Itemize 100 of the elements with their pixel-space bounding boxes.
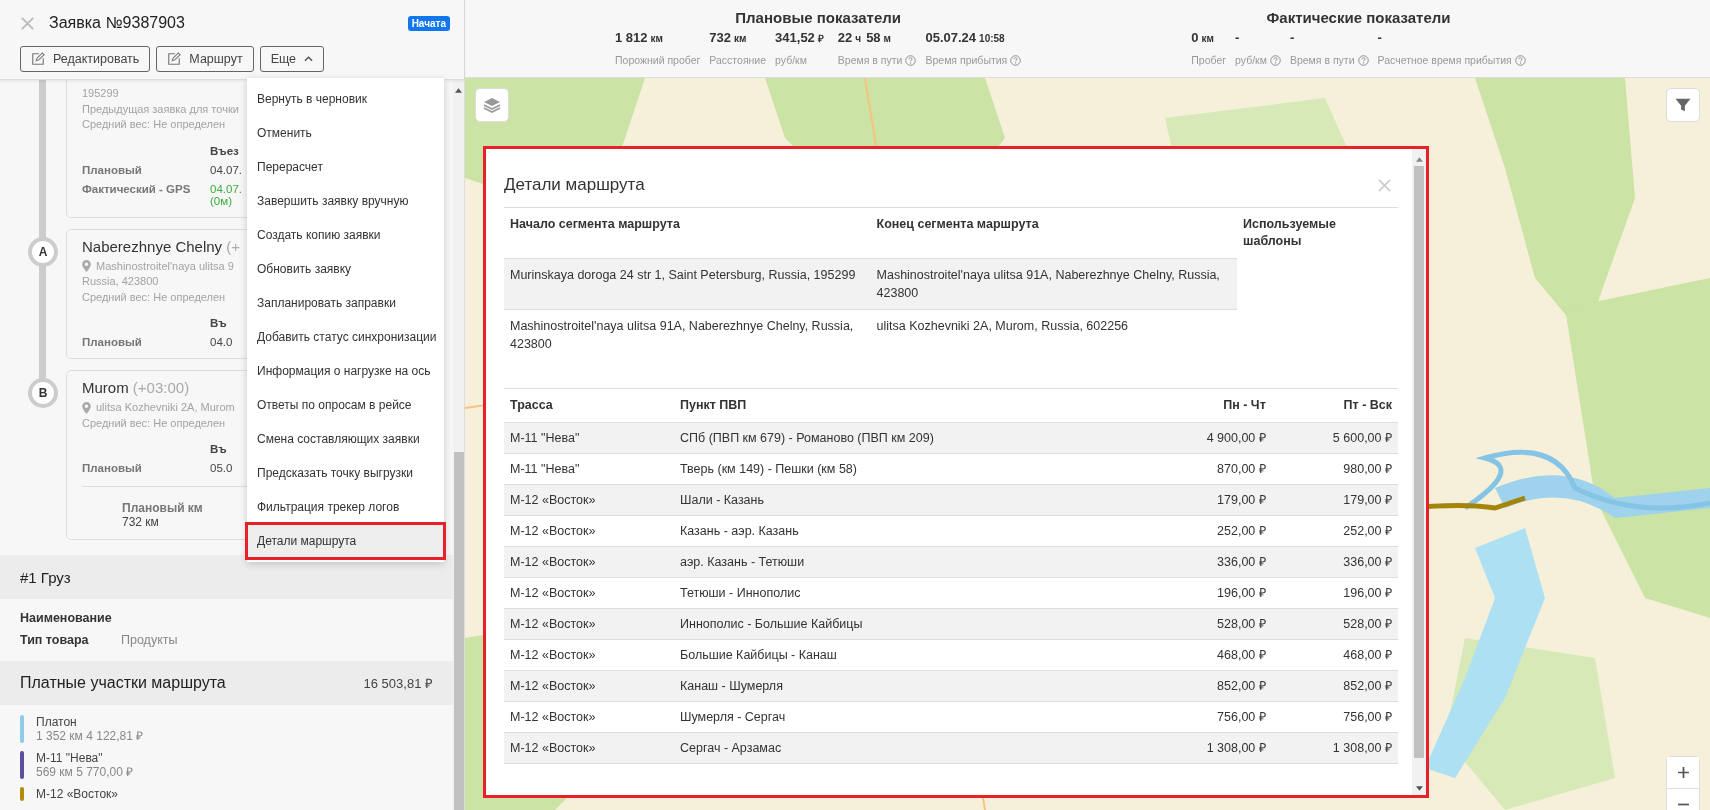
stat-label: Расстояние (709, 54, 767, 66)
order-title: Заявка №9387903 (49, 14, 186, 32)
toolbar-button[interactable]: Еще (259, 46, 325, 72)
time-note: (0м) (210, 194, 232, 207)
toll-name: М-11 "Нева" (36, 751, 104, 765)
stat-value: 05.07.24 10:58 (925, 30, 1006, 47)
time-value: 04.0 (210, 336, 233, 348)
menu-item[interactable]: Смена составляющих заявки (247, 422, 444, 456)
menu-item[interactable]: Ответы по опросам в рейсе (247, 388, 444, 422)
table-cell: М-12 «Восток» (504, 608, 674, 639)
zoom-in-button[interactable] (1667, 757, 1699, 789)
section-title: Платные участки маршрута (20, 674, 226, 692)
field-label: Тип товара (20, 633, 90, 647)
time-label: Плановый (82, 163, 142, 176)
help-icon[interactable] (1269, 54, 1281, 66)
column-header: Пт - Вск (1271, 388, 1398, 422)
stat-value: - (1235, 30, 1241, 47)
table-cell: 852,00 ₽ (1271, 670, 1398, 701)
toll-detail: 569 км 5 770,00 ₽ (36, 765, 134, 779)
menu-item[interactable]: Вернуть в черновик (247, 82, 444, 116)
dialog-title: Детали маршрута (504, 175, 645, 195)
menu-item[interactable]: Информация о нагрузке на ось (247, 354, 444, 388)
help-icon[interactable] (1357, 54, 1369, 66)
help-icon[interactable] (905, 54, 917, 66)
time-label: Плановый (82, 336, 142, 348)
scroll-up-icon[interactable] (1415, 157, 1423, 162)
table-cell: М-12 «Восток» (504, 484, 674, 515)
column-header: Конец сегмента маршрута (870, 208, 1238, 258)
stop-city: Naberezhnye Chelny (82, 237, 223, 255)
table-cell: 4 900,00 ₽ (1145, 422, 1272, 453)
menu-item[interactable]: Создать копию заявки (247, 218, 444, 252)
help-icon[interactable] (1010, 54, 1022, 66)
stat-value: 341,52 ₽ (775, 30, 825, 47)
column-header: Начало сегмента маршрута (504, 208, 871, 258)
entry-header: Въ (210, 443, 227, 455)
stop-timezone: (+ (226, 237, 241, 255)
close-icon[interactable] (1377, 177, 1392, 193)
table-cell: Иннополис - Большие Кайбицы (674, 608, 1146, 639)
stop-marker: A (28, 236, 58, 267)
table-cell: М-12 «Восток» (504, 732, 674, 763)
entry-header: Въ (210, 317, 227, 329)
edit-icon (31, 52, 45, 66)
table-cell: М-12 «Восток» (504, 670, 674, 701)
stat-value: - (1377, 30, 1383, 47)
toll-name: М-12 «Восток» (36, 787, 118, 801)
stat-label: руб/км (1235, 54, 1267, 66)
table-cell: М-11 "Нева" (504, 422, 674, 453)
table-cell: СПб (ПВП км 679) - Романово (ПВП км 209) (674, 422, 1146, 453)
scroll-down-icon[interactable] (1415, 786, 1423, 791)
menu-item[interactable]: Завершить заявку вручную (247, 184, 444, 218)
menu-item[interactable]: Запланировать заправки (247, 286, 444, 320)
stat-label: руб/км (775, 54, 807, 66)
menu-item[interactable]: Детали маршрута (247, 524, 444, 558)
km-value: 732 км (122, 515, 159, 529)
time-value: 05.0 (210, 462, 233, 474)
caret-icon (304, 56, 314, 62)
table-cell: 5 600,00 ₽ (1271, 422, 1398, 453)
scrollbar[interactable] (453, 80, 464, 810)
stats-title: Плановые показатели (734, 9, 902, 26)
plus-icon (1676, 766, 1690, 779)
layers-button[interactable] (475, 88, 509, 122)
stat-value: 22 ч 58 м (837, 30, 892, 47)
help-icon[interactable] (1514, 54, 1526, 66)
edit-icon (167, 52, 182, 66)
menu-item[interactable]: Предсказать точку выгрузки (247, 456, 444, 490)
km-label: Плановый км (122, 501, 203, 515)
time-value: 04.07. (210, 182, 242, 195)
close-icon[interactable] (20, 15, 35, 31)
stat-label: Порожний пробег (615, 54, 701, 66)
menu-item[interactable]: Добавить статус синхронизации (247, 320, 444, 354)
layers-icon (482, 95, 502, 115)
stat-label: Время в пути (837, 54, 903, 66)
weight-text: Средний вес: Не определен (82, 289, 226, 305)
column-header: Пн - Чт (1145, 388, 1272, 422)
address-text: Russia, 423800 (82, 274, 159, 289)
toolbar-button[interactable]: Редактировать (20, 46, 151, 72)
stat-label: Пробег (1191, 54, 1227, 66)
stat-label: Время в пути (1289, 54, 1355, 66)
filter-button[interactable] (1666, 88, 1700, 122)
stat-label: Время прибытия (925, 54, 1008, 66)
toolbar-button[interactable]: Маршрут (156, 46, 254, 72)
stat-value: 732 км (709, 30, 748, 47)
scroll-up-icon[interactable] (455, 88, 462, 93)
entry-header: Въез (210, 144, 239, 157)
weight-text: Средний вес: Не определен (82, 117, 226, 132)
menu-item[interactable]: Перерасчет (247, 150, 444, 184)
table-cell: 336,00 ₽ (1271, 546, 1398, 577)
menu-item[interactable]: Фильтрация трекер логов (247, 490, 444, 524)
scrollbar[interactable] (1412, 149, 1426, 795)
table-cell: Сергач - Арзамас (674, 732, 1146, 763)
stat-value: - (1289, 30, 1296, 47)
stat-value: 1 812 км (615, 30, 664, 47)
menu-item[interactable]: Отменить (247, 116, 444, 150)
table-cell: 528,00 ₽ (1271, 608, 1398, 639)
table-cell: 179,00 ₽ (1271, 484, 1398, 515)
toll-name: Платон (36, 715, 78, 729)
column-header: Пункт ПВП (674, 388, 1146, 422)
menu-item[interactable]: Обновить заявку (247, 252, 444, 286)
table-cell: аэр. Казань - Тетюши (674, 546, 1146, 577)
table-cell: Mashinostroitel'naya ulitsa 91A, Naberezhnye Chelny, Russia, 423800 (504, 309, 871, 388)
